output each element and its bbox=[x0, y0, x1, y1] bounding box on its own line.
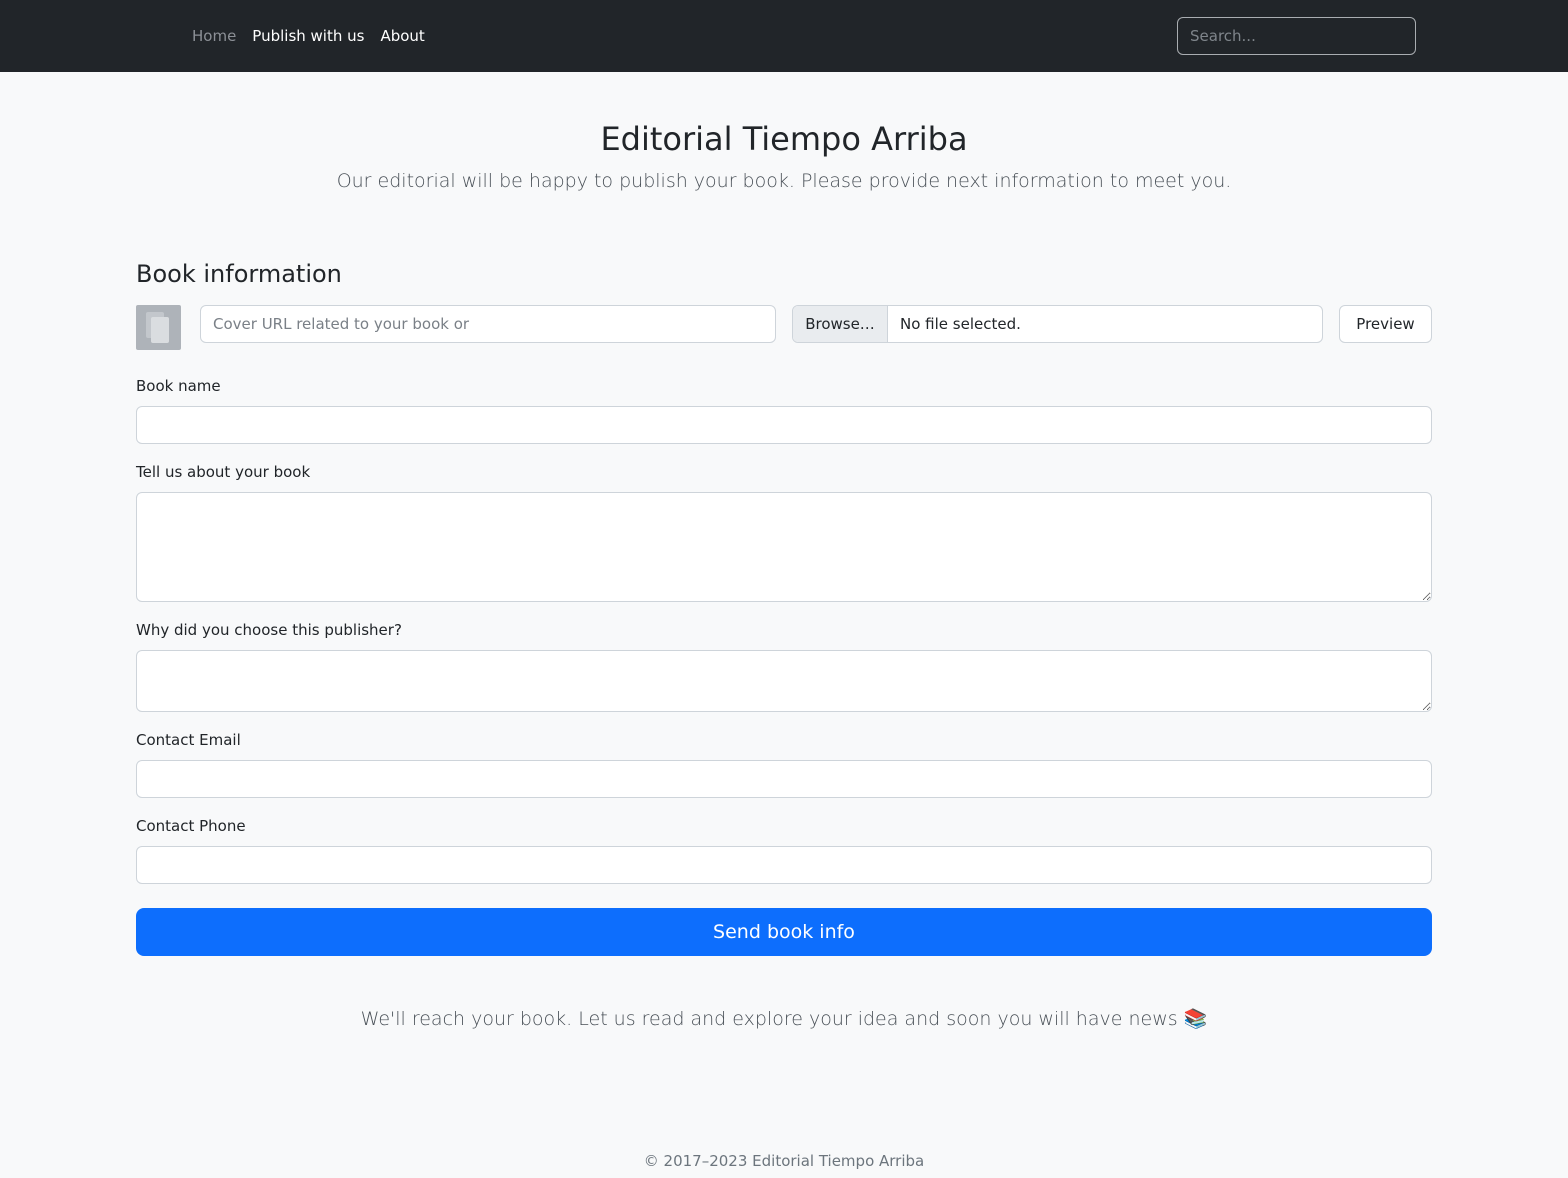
contact-email-label: Contact Email bbox=[136, 731, 241, 749]
section-title: Book information bbox=[136, 260, 342, 288]
closing-note: We'll reach your book. Let us read and e… bbox=[360, 1008, 1208, 1030]
about-book-label: Tell us about your book bbox=[136, 463, 311, 481]
preview-button[interactable]: Preview bbox=[1339, 305, 1432, 343]
why-publisher-textarea[interactable] bbox=[136, 650, 1432, 712]
send-book-info-button[interactable]: Send book info bbox=[136, 908, 1432, 956]
contact-phone-label: Contact Phone bbox=[136, 817, 246, 835]
file-upload-field[interactable]: Browse… No file selected. bbox=[792, 305, 1323, 343]
nav-link-publish[interactable]: Publish with us bbox=[252, 27, 364, 45]
book-name-input[interactable] bbox=[136, 406, 1432, 444]
book-name-label: Book name bbox=[136, 377, 221, 395]
file-status-text: No file selected. bbox=[900, 315, 1021, 333]
nav-link-about[interactable]: About bbox=[380, 27, 424, 45]
top-navbar: Home Publish with us About bbox=[0, 0, 1568, 72]
contact-phone-input[interactable] bbox=[136, 846, 1432, 884]
page-subtitle: Our editorial will be happy to publish y… bbox=[336, 170, 1232, 192]
footer-copyright: © 2017–2023 Editorial Tiempo Arriba bbox=[643, 1152, 925, 1170]
contact-email-input[interactable] bbox=[136, 760, 1432, 798]
nav-links: Home Publish with us About bbox=[192, 0, 441, 72]
why-publisher-label: Why did you choose this publisher? bbox=[136, 621, 402, 639]
cover-image-placeholder-icon bbox=[136, 305, 181, 350]
page-title: Editorial Tiempo Arriba bbox=[600, 120, 968, 158]
nav-link-home[interactable]: Home bbox=[192, 27, 236, 45]
search-input[interactable] bbox=[1177, 17, 1416, 55]
about-book-textarea[interactable] bbox=[136, 492, 1432, 602]
browse-button[interactable]: Browse… bbox=[793, 306, 888, 342]
cover-url-input[interactable] bbox=[200, 305, 776, 343]
